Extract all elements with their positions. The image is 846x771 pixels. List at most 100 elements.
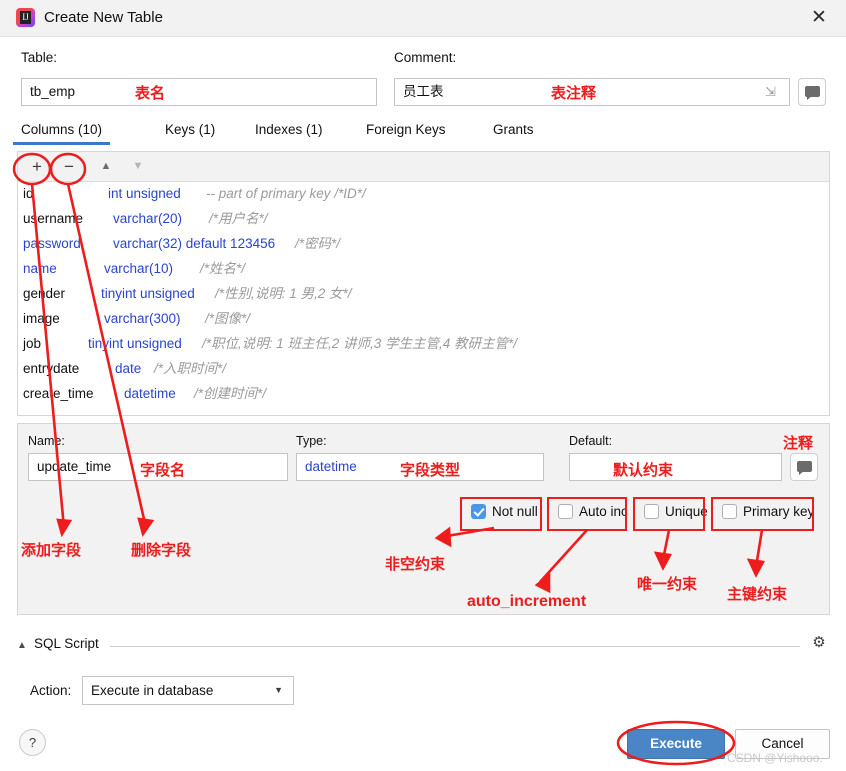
column-row[interactable]: password varchar(32) default 123456 /*密码*/ [18,231,829,256]
move-column-down-button[interactable]: ▼ [128,157,148,177]
tab-indexes-1[interactable]: Indexes (1) [255,122,323,137]
field-default-input[interactable] [569,453,782,481]
checkbox-box[interactable] [722,504,737,519]
column-comment: /*姓名*/ [200,256,245,281]
title-bar: IJ Create New Table ✕ [0,0,846,37]
gear-icon[interactable]: ⚙ [810,634,828,652]
column-type: varchar(20) [113,206,182,231]
column-name: gender [23,281,65,306]
checkbox-label: Unique [665,504,708,519]
annotation-comment-note: 注释 [783,432,813,453]
sql-script-header: ▲ SQL Script ⚙ [17,636,830,656]
speech-bubble-icon [797,461,812,472]
annotation-table-name: 表名 [135,82,165,103]
column-name: password [23,231,81,256]
column-name: username [23,206,83,231]
add-column-button[interactable]: + [27,157,47,177]
annotation-primary-key: 主键约束 [727,583,787,604]
column-comment: /*用户名*/ [209,206,268,231]
expand-arrows-icon[interactable]: ⇲ [765,84,781,100]
columns-toolbar: + − ▲ ▼ [18,152,829,182]
tab-grants[interactable]: Grants [493,122,534,137]
collapse-caret-icon[interactable]: ▲ [17,640,27,651]
column-comment: /*密码*/ [295,231,340,256]
column-row[interactable]: name varchar(10) /*姓名*/ [18,256,829,281]
execute-button[interactable]: Execute [627,729,725,759]
column-row[interactable]: create_time datetime /*创建时间*/ [18,381,829,406]
comment-popup-button[interactable] [798,78,826,106]
chevron-down-icon: ▼ [274,677,283,704]
column-row[interactable]: id int unsigned -- part of primary key /*I… [18,181,829,206]
checkbox-box[interactable] [644,504,659,519]
column-comment: /*创建时间*/ [194,381,266,406]
column-row[interactable]: username varchar(20) /*用户名*/ [18,206,829,231]
action-label: Action: [30,683,71,698]
checkbox-unique[interactable]: Unique [644,499,708,525]
annotation-table-comment: 表注释 [551,82,596,103]
column-type: datetime [124,381,176,406]
column-type: varchar(300) [104,306,181,331]
column-row[interactable]: gender tinyint unsigned /*性别,说明: 1 男,2 女*/ [18,281,829,306]
checkbox-box[interactable] [558,504,573,519]
column-row[interactable]: entrydate date /*入职时间*/ [18,356,829,381]
column-row[interactable]: image varchar(300) /*图像*/ [18,306,829,331]
field-name-label: Name: [28,434,65,448]
checkbox-primary-key[interactable]: Primary key [722,499,814,525]
field-type-label: Type: [296,434,327,448]
column-type: int unsigned [108,181,181,206]
columns-panel: + − ▲ ▼ id int unsigned -- part of primary… [17,151,830,416]
annotation-add-field: 添加字段 [21,539,81,560]
table-label: Table: [21,50,57,65]
column-name: image [23,306,60,331]
field-comment-button[interactable] [790,453,818,481]
tab-columns-10[interactable]: Columns (10) [21,122,102,137]
column-type: varchar(10) [104,256,173,281]
checkbox-not-null[interactable]: Not null [471,499,538,525]
column-comment: /*图像*/ [205,306,250,331]
table-name-input[interactable]: tb_emp [21,78,377,106]
column-editor-panel: Name: Type: Default: update_time datetim… [17,423,830,615]
remove-column-button[interactable]: − [59,157,79,177]
annotation-default-constraint: 默认约束 [613,459,673,480]
comment-label: Comment: [394,50,456,65]
checkbox-label: Primary key [743,504,814,519]
column-comment: /*入职时间*/ [154,356,226,381]
window-title: Create New Table [44,9,163,26]
divider [110,646,800,647]
help-button[interactable]: ? [19,729,46,756]
speech-bubble-icon [805,86,820,97]
column-type: varchar(32) default 123456 [113,231,275,256]
action-select-value: Execute in database [91,683,213,698]
column-name: job [23,331,41,356]
annotation-field-type: 字段类型 [400,459,460,480]
column-name: id [23,181,34,206]
tab-keys-1[interactable]: Keys (1) [165,122,215,137]
column-name: create_time [23,381,94,406]
column-type: tinyint unsigned [101,281,195,306]
datagrip-icon: IJ [16,8,35,27]
column-comment: /*职位,说明: 1 班主任,2 讲师,3 学生主管,4 教研主管*/ [202,331,517,356]
action-select[interactable]: Execute in database ▼ [82,676,294,705]
column-type: tinyint unsigned [88,331,182,356]
column-name: entrydate [23,356,79,381]
column-name: name [23,256,57,281]
annotation-auto-increment: auto_increment [467,593,586,611]
sql-script-title: SQL Script [34,636,99,651]
annotation-unique: 唯一约束 [637,573,697,594]
annotation-field-name: 字段名 [140,459,185,480]
annotation-delete-field: 删除字段 [131,539,191,560]
tab-foreign-keys[interactable]: Foreign Keys [366,122,446,137]
column-comment: -- part of primary key /*ID*/ [206,181,366,206]
move-column-up-button[interactable]: ▲ [96,157,116,177]
column-comment: /*性别,说明: 1 男,2 女*/ [215,281,352,306]
column-type: date [115,356,141,381]
checkbox-label: Auto inc [579,504,628,519]
watermark: CSDN @Yishooo. [727,751,823,765]
columns-list: id int unsigned -- part of primary key /*I… [18,181,829,406]
checkbox-box[interactable] [471,504,486,519]
column-row[interactable]: job tinyint unsigned /*职位,说明: 1 班主任,2 讲师,3… [18,331,829,356]
annotation-not-null: 非空约束 [385,553,445,574]
checkbox-label: Not null [492,504,538,519]
close-icon[interactable]: ✕ [808,7,830,29]
checkbox-auto-inc[interactable]: Auto inc [558,499,628,525]
